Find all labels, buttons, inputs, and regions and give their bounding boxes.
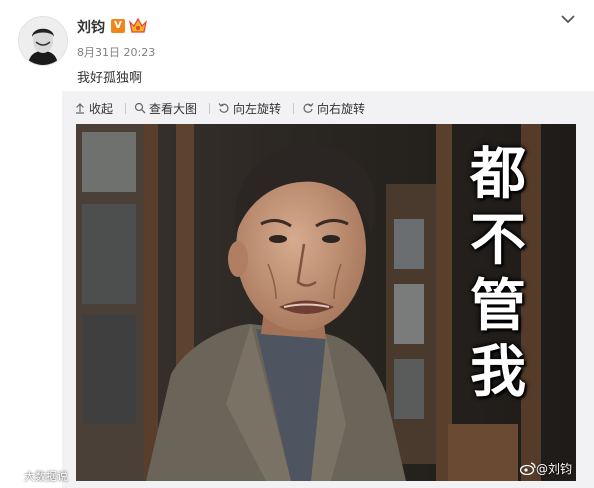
post-photo[interactable]: 都 不 管 我 @刘钧 [76, 124, 576, 481]
rotate-left-icon [218, 103, 229, 113]
toolbar-divider [209, 102, 211, 114]
collapse-arrow-icon [76, 103, 84, 114]
chevron-down-icon[interactable] [560, 13, 576, 25]
post-text: 我好孤独啊 [77, 71, 143, 86]
site-watermark: 大数据说 [10, 468, 68, 484]
site-logo-icon [10, 470, 24, 482]
avatar[interactable] [18, 16, 68, 66]
collapse-button[interactable]: 收起 [74, 100, 113, 117]
rotate-right-icon [303, 103, 314, 113]
view-large-button[interactable]: 查看大图 [134, 100, 197, 117]
rotate-left-label: 向左旋转 [233, 101, 282, 116]
weibo-logo-icon [519, 462, 536, 475]
rotate-left-button[interactable]: 向左旋转 [218, 100, 281, 117]
toolbar-divider [125, 102, 127, 114]
caption-char: 我 [470, 340, 526, 405]
view-large-label: 查看大图 [149, 101, 198, 116]
photo-watermark: @刘钧 [519, 460, 572, 477]
avatar-portrait [19, 17, 67, 65]
magnifier-icon [134, 102, 146, 114]
toolbar-divider [293, 102, 295, 114]
member-crown-icon [129, 17, 147, 33]
caption-char: 不 [470, 208, 526, 273]
photo-watermark-text: @刘钧 [535, 462, 572, 476]
site-watermark-text: 大数据说 [24, 470, 68, 483]
post-timestamp[interactable]: 8月31日 20:23 [77, 44, 155, 60]
rotate-right-label: 向右旋转 [317, 101, 366, 116]
media-toolbar: 收起 查看大图 向左旋转 向右旋转 [74, 100, 377, 116]
author-name[interactable]: 刘钧 [77, 17, 105, 37]
caption-char: 都 [470, 142, 526, 207]
caption-char: 管 [470, 274, 526, 339]
verified-badge-icon: V [111, 19, 125, 33]
rotate-right-button[interactable]: 向右旋转 [302, 100, 365, 117]
collapse-label: 收起 [89, 101, 114, 116]
image-caption: 都 不 管 我 [458, 142, 538, 406]
